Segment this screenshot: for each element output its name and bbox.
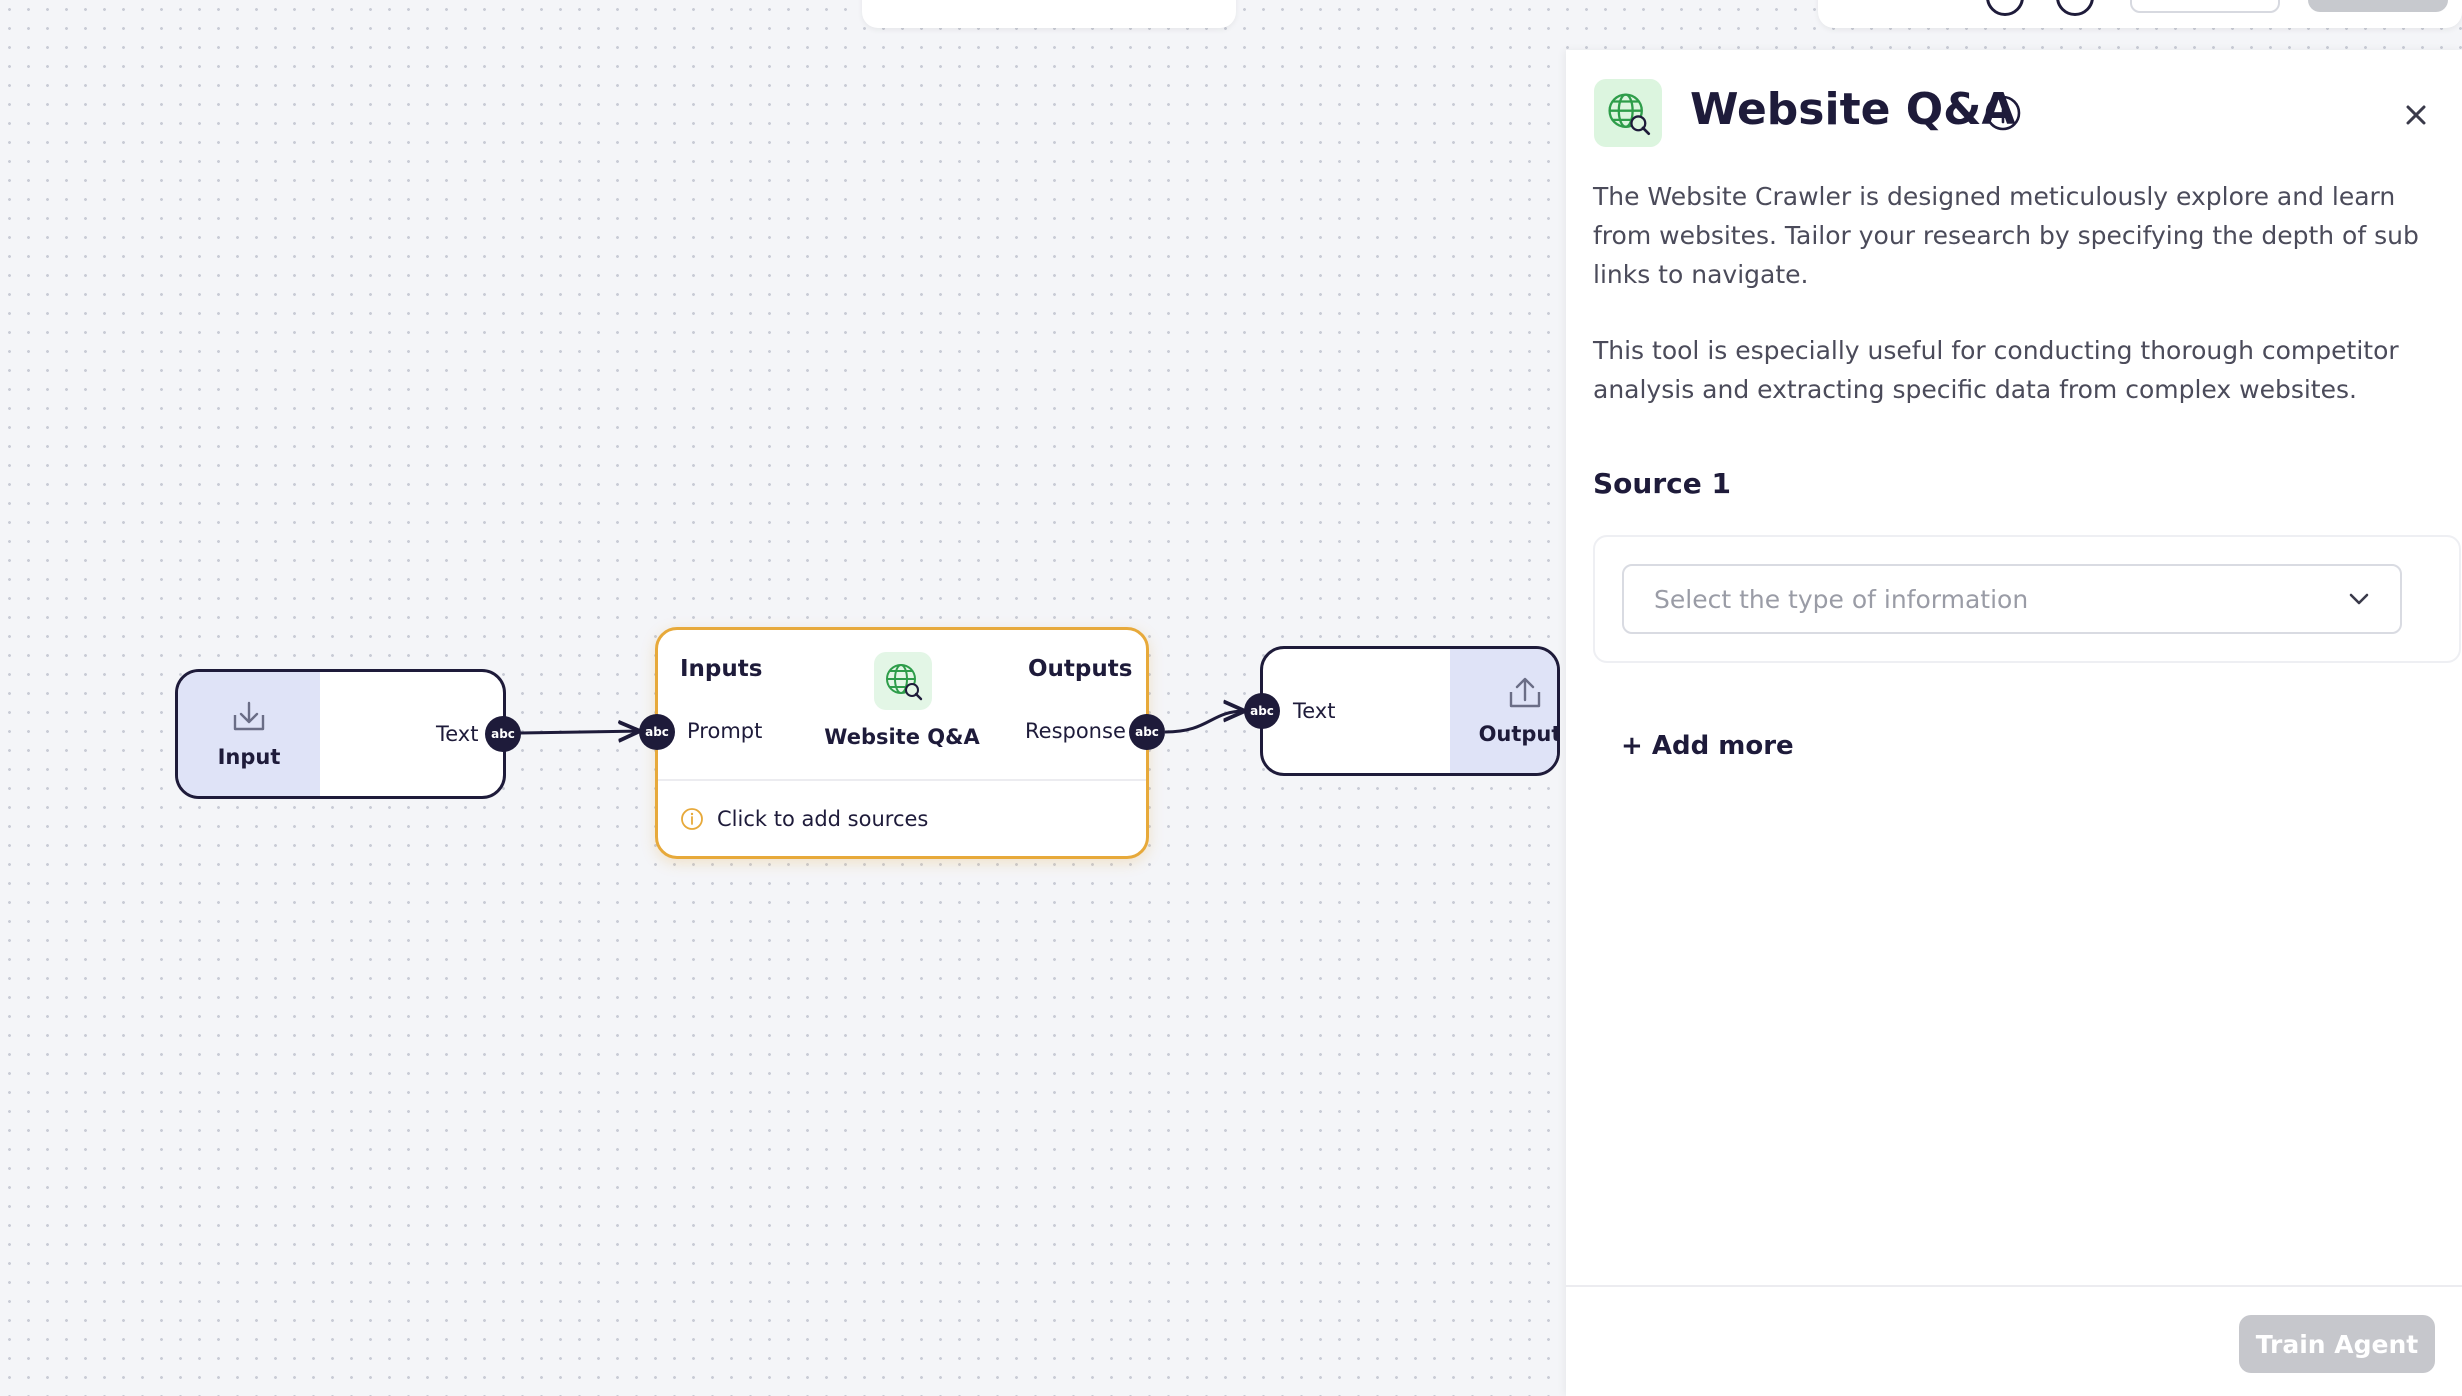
source-type-select[interactable]: Select the type of information [1622, 564, 2402, 634]
toolbar-circle-button-2[interactable] [2056, 0, 2094, 16]
node-settings-panel: Website Q&A The Website Crawler is desig… [1566, 50, 2462, 1396]
output-node[interactable]: Text Output [1260, 646, 1560, 776]
edge-qa-to-output [1164, 711, 1245, 734]
upload-icon [1509, 677, 1541, 708]
input-node-output-port[interactable]: abc [485, 716, 521, 752]
add-more-button[interactable]: + Add more [1621, 731, 1794, 761]
panel-icon-box [1594, 79, 1662, 147]
edge-input-to-qa [519, 731, 640, 733]
qa-node-hint[interactable]: Click to add sources [717, 807, 928, 831]
input-node[interactable]: Input Text [175, 669, 506, 799]
source-card: Select the type of information [1593, 535, 2461, 663]
output-node-label: Output [1478, 722, 1560, 746]
output-node-side: Output [1450, 649, 1560, 773]
input-node-label: Input [217, 745, 281, 769]
panel-description-2: This tool is especially useful for condu… [1593, 336, 2399, 404]
globe-search-icon [886, 664, 923, 701]
panel-description-1: The Website Crawler is designed meticulo… [1593, 182, 2419, 289]
source-type-placeholder: Select the type of information [1654, 584, 2029, 614]
info-icon[interactable] [1984, 94, 2022, 132]
qa-node-output-port-label: Response [1025, 719, 1126, 743]
qa-node-info-icon [681, 808, 703, 830]
output-node-input-port[interactable]: abc [1244, 693, 1280, 729]
qa-node-input-port[interactable]: abc [639, 714, 675, 750]
qa-node-icon-box [874, 652, 932, 710]
qa-node-outputs-heading: Outputs [1028, 656, 1133, 682]
source-title: Source 1 [1593, 467, 1731, 500]
qa-node-divider [658, 779, 1146, 781]
toolbar-outline-button[interactable] [2130, 0, 2280, 13]
qa-node-output-port[interactable]: abc [1129, 714, 1165, 750]
chevron-down-icon [2349, 593, 2369, 605]
toolbar-primary-button[interactable] [2308, 0, 2448, 12]
toolbar-circle-button-1[interactable] [1986, 0, 2024, 16]
panel-title: Website Q&A [1690, 84, 2016, 135]
panel-footer-divider [1566, 1285, 2462, 1287]
output-node-port-label: Text [1293, 699, 1336, 723]
qa-node-inputs-heading: Inputs [680, 656, 763, 682]
input-node-side: Input [178, 672, 320, 796]
download-icon [233, 701, 265, 731]
train-agent-button[interactable]: Train Agent [2239, 1315, 2435, 1373]
top-right-toolbar [1818, 0, 2462, 28]
globe-search-icon [1608, 93, 1651, 136]
website-qa-node[interactable]: Inputs Outputs Prompt Website Q&A Respon… [655, 627, 1149, 859]
close-icon[interactable] [2404, 103, 2428, 127]
input-node-port-label: Text [436, 722, 479, 746]
